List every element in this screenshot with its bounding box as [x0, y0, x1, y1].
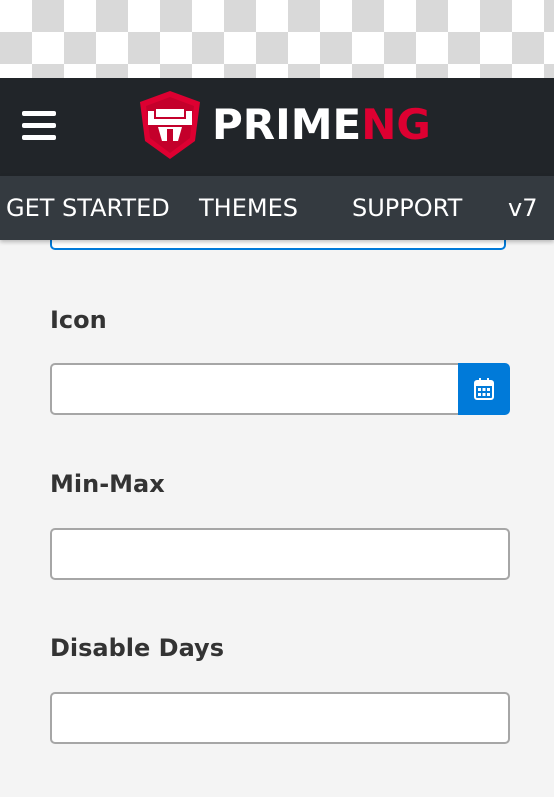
- field-label-disable-days: Disable Days: [50, 634, 224, 662]
- field-label-icon: Icon: [50, 306, 107, 334]
- nav-item-themes[interactable]: THEMES: [199, 176, 298, 240]
- calendar-demo-form: Icon Min-Max Disable Days: [0, 240, 554, 797]
- nav-item-support[interactable]: SUPPORT: [352, 176, 462, 240]
- nav-item-get-started[interactable]: GET STARTED: [6, 176, 170, 240]
- logo-text-prime: PRIME: [212, 100, 362, 149]
- top-bar: PRIMENG: [0, 78, 554, 176]
- hamburger-menu-icon[interactable]: [22, 111, 56, 141]
- field-label-min-max: Min-Max: [50, 470, 165, 498]
- icon-date-input[interactable]: [50, 363, 460, 415]
- nav-item-version[interactable]: v7: [508, 176, 537, 240]
- calendar-button[interactable]: [458, 363, 510, 415]
- calendar-icon: [474, 378, 494, 400]
- main-nav: GET STARTED THEMES SUPPORT v7: [0, 176, 554, 240]
- primeng-logo-mark-icon: [140, 91, 200, 159]
- logo-text-ng: NG: [361, 100, 431, 149]
- logo-wordmark: PRIMENG: [212, 104, 431, 146]
- min-max-date-input[interactable]: [50, 528, 510, 580]
- primeng-logo[interactable]: PRIMENG: [138, 90, 431, 160]
- focused-input-partial[interactable]: [50, 240, 506, 250]
- disable-days-date-input[interactable]: [50, 692, 510, 744]
- transparent-background: [0, 0, 554, 78]
